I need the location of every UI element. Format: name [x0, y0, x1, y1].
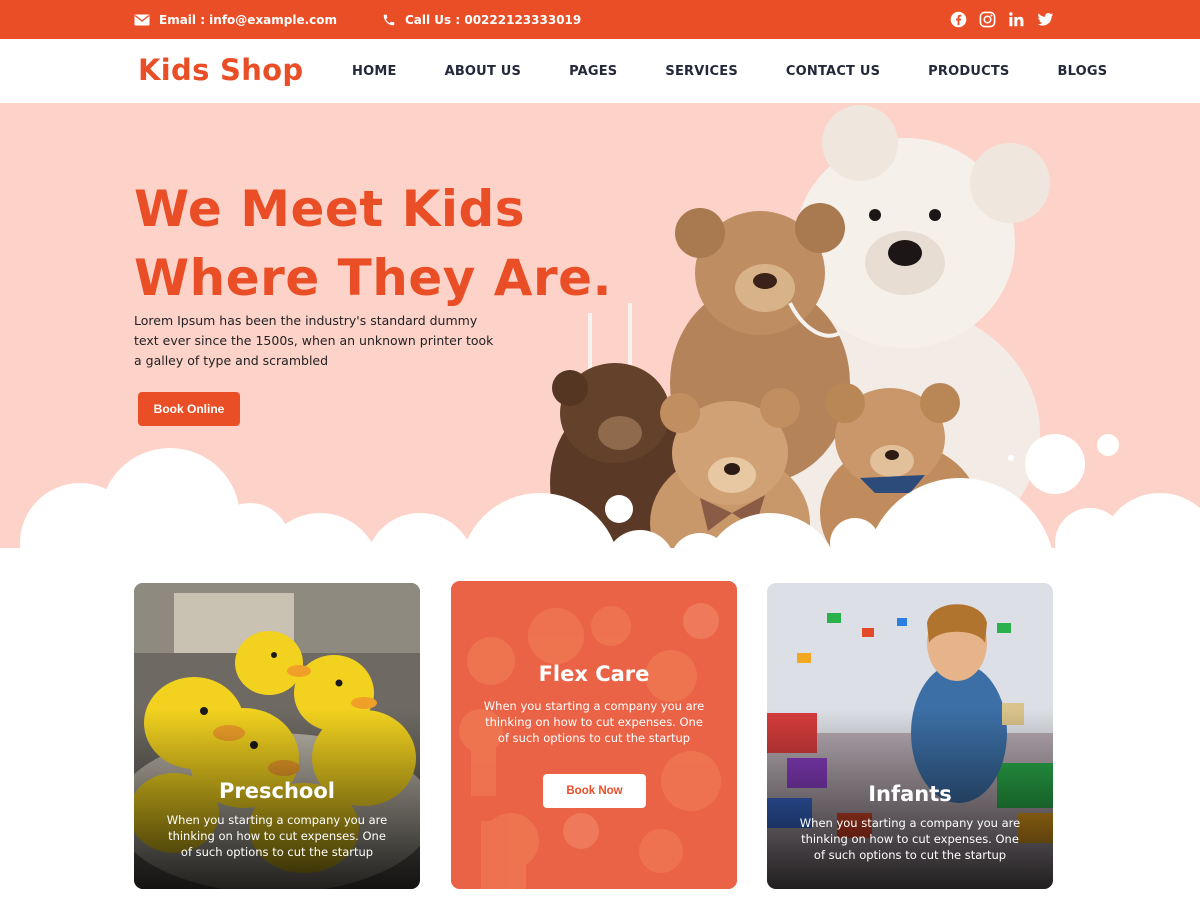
phone-icon [383, 14, 395, 25]
hero-section: We Meet Kids Where They Are. Lorem Ipsum… [0, 103, 1200, 563]
card-flex-care[interactable]: Flex Care When you starting a company yo… [451, 581, 737, 889]
twitter-icon[interactable] [1036, 11, 1054, 29]
main-nav: Kids Shop HOME ABOUT US PAGES SERVICES C… [0, 39, 1200, 103]
email-info[interactable]: Email : info@example.com [134, 0, 337, 39]
site-logo[interactable]: Kids Shop [138, 53, 303, 87]
book-now-button[interactable]: Book Now [543, 774, 646, 808]
nav-item-about-us[interactable]: ABOUT US [445, 64, 522, 79]
nav-item-products[interactable]: PRODUCTS [928, 64, 1009, 79]
hero-description: Lorem Ipsum has been the industry's stan… [134, 313, 494, 368]
hero-title-line-2: Where They Are. [134, 249, 613, 307]
hero-title-line-1: We Meet Kids [134, 180, 526, 238]
nav-item-contact-us[interactable]: CONTACT US [786, 64, 880, 79]
book-online-button[interactable]: Book Online [138, 392, 240, 426]
card-description: When you starting a company you are thin… [166, 813, 388, 859]
nav-item-home[interactable]: HOME [352, 64, 397, 79]
top-bar: Email : info@example.com Call Us : 00222… [0, 0, 1200, 39]
email-text: Email : info@example.com [159, 12, 338, 27]
card-description: When you starting a company you are thin… [483, 699, 705, 745]
card-preschool[interactable]: Preschool When you starting a company yo… [134, 583, 420, 889]
card-title: Flex Care [538, 662, 650, 686]
facebook-icon[interactable] [949, 11, 967, 29]
phone-text: Call Us : 00222123333019 [405, 12, 582, 27]
nav-item-services[interactable]: SERVICES [665, 64, 738, 79]
instagram-icon[interactable] [978, 11, 996, 29]
nav-menu: HOME ABOUT US PAGES SERVICES CONTACT US … [352, 39, 1107, 103]
nav-item-blogs[interactable]: BLOGS [1057, 64, 1107, 79]
linkedin-icon[interactable] [1007, 11, 1025, 29]
card-infants[interactable]: Infants When you starting a company you … [767, 583, 1053, 889]
phone-info[interactable]: Call Us : 00222123333019 [382, 0, 581, 39]
card-title: Preschool [219, 779, 335, 803]
card-title: Infants [868, 782, 952, 806]
social-links [949, 0, 1054, 39]
nav-item-pages[interactable]: PAGES [569, 64, 617, 79]
envelope-icon [134, 14, 150, 25]
card-description: When you starting a company you are thin… [799, 816, 1021, 862]
hero-title: We Meet Kids Where They Are. [134, 175, 612, 313]
